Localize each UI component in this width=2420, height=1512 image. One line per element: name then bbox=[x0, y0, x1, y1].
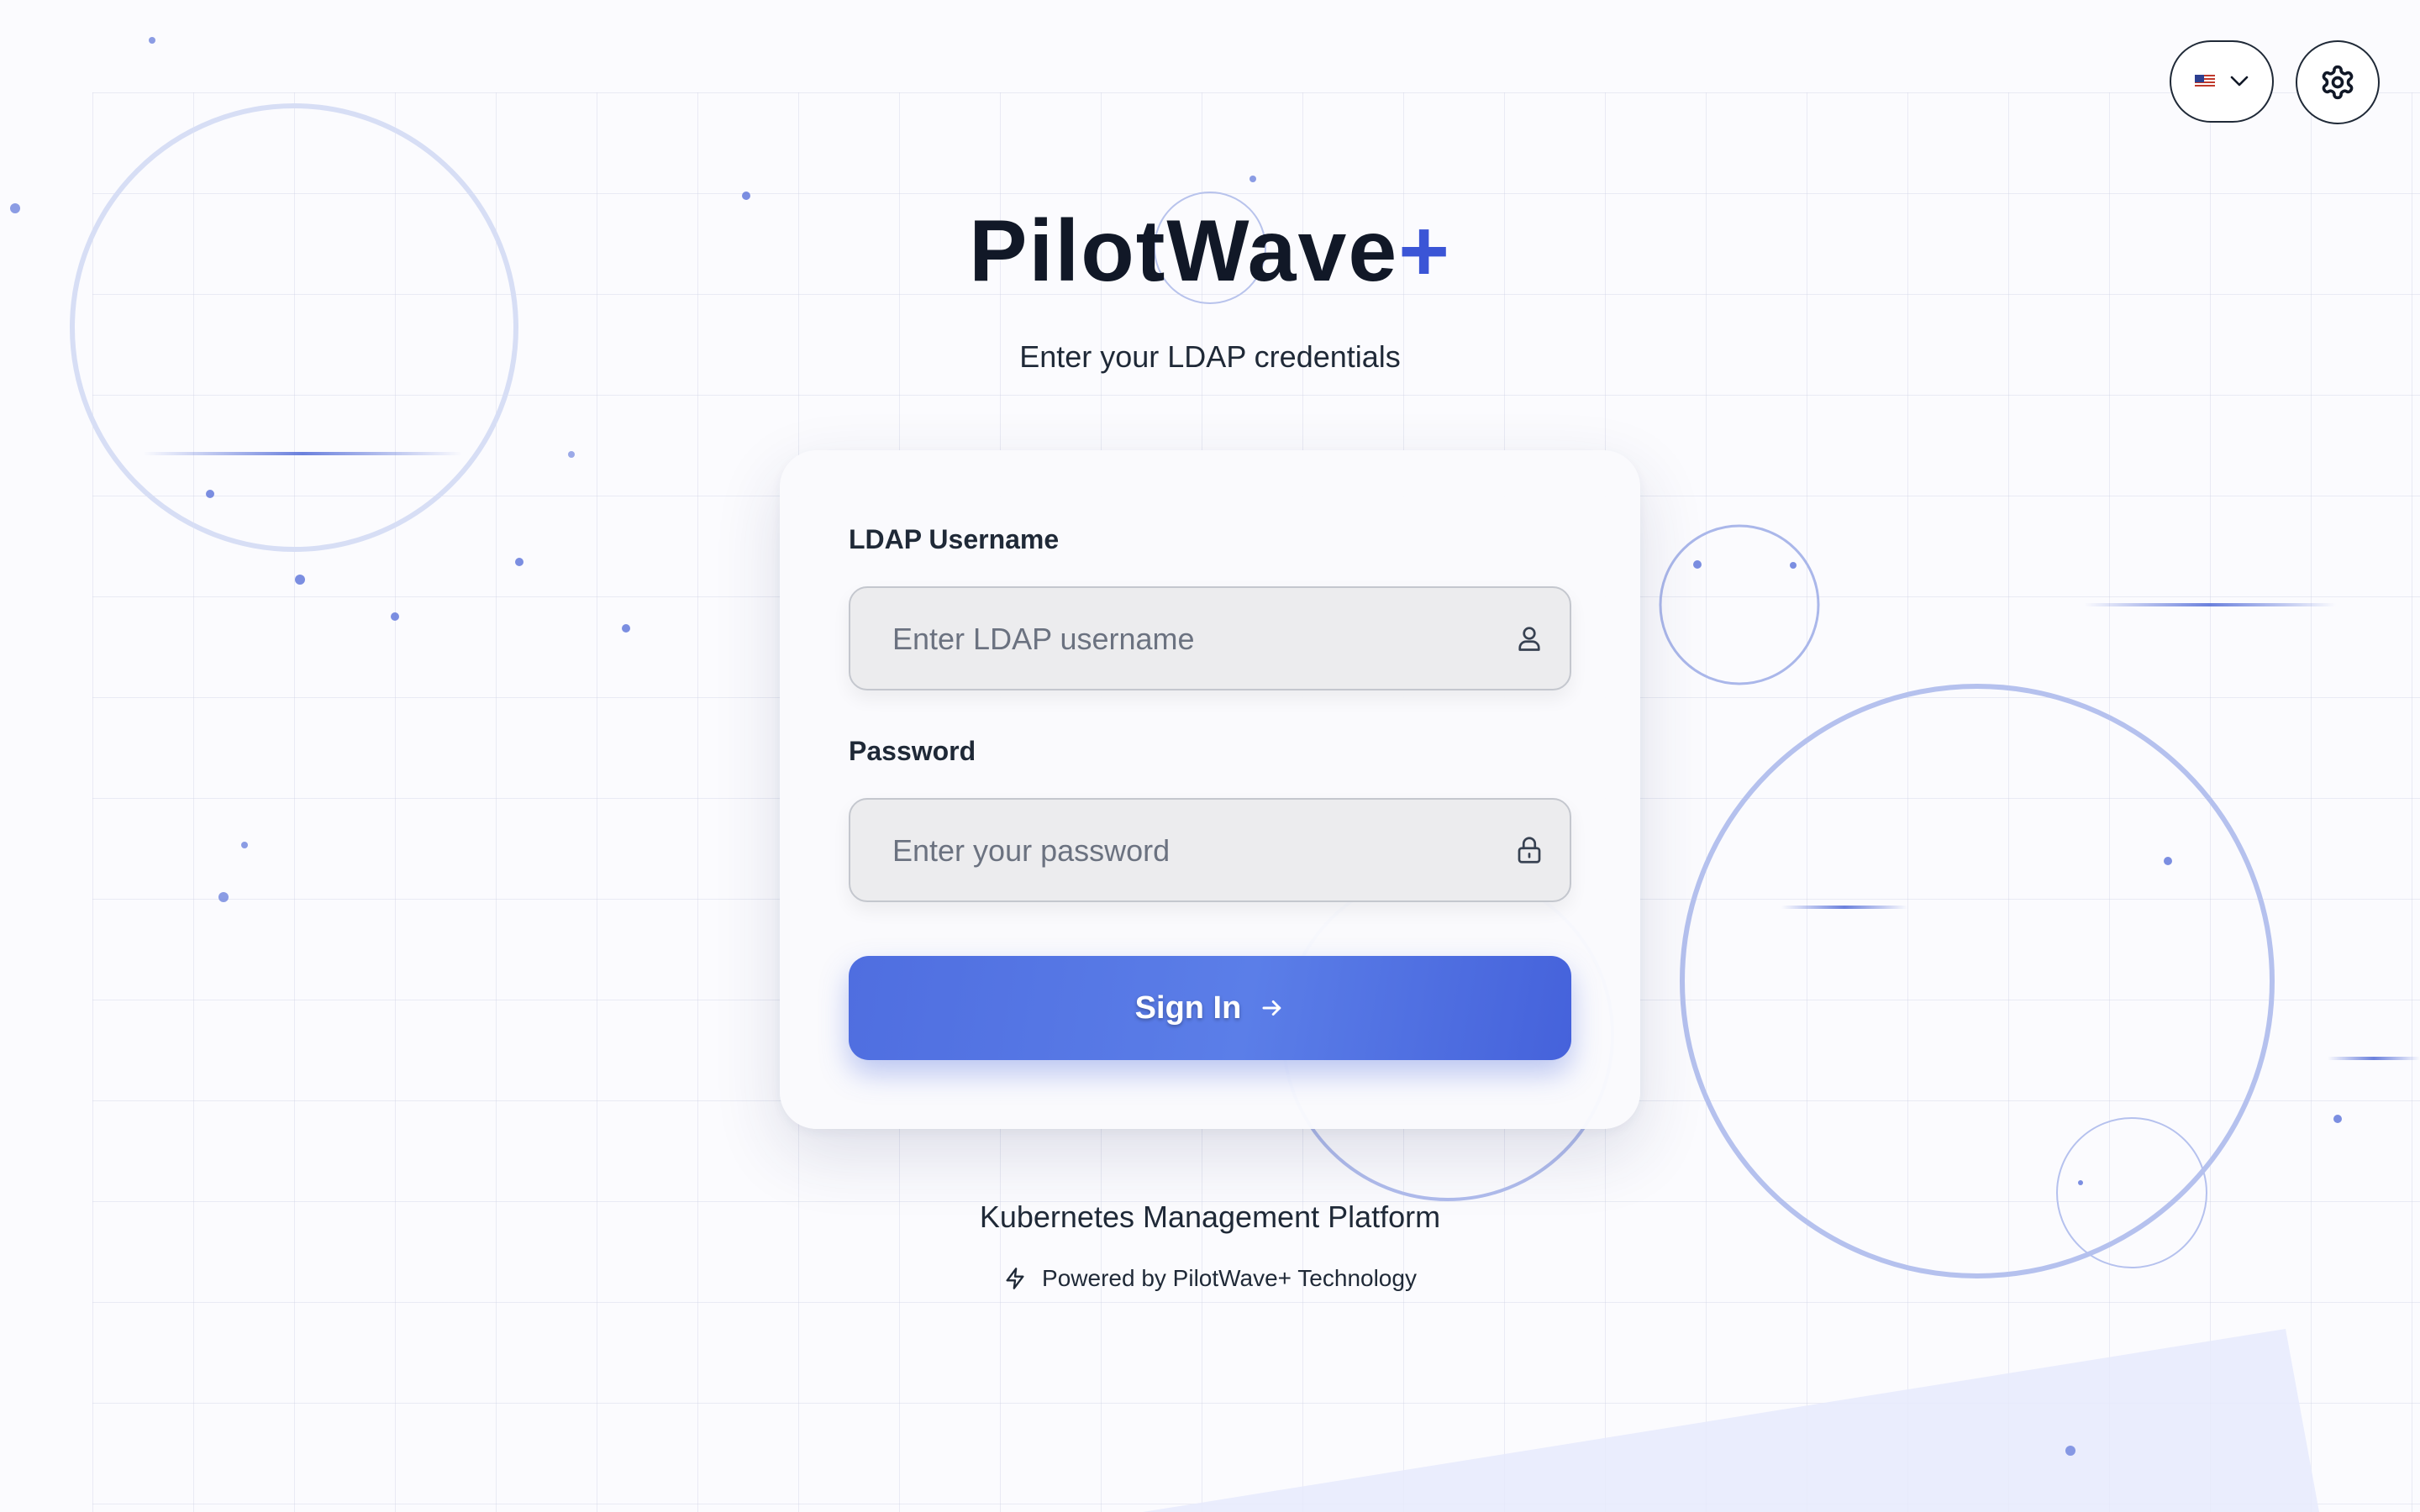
brand-plus: + bbox=[1398, 202, 1451, 300]
settings-button[interactable] bbox=[2296, 40, 2380, 124]
powered-by: Powered by PilotWave+ Technology bbox=[0, 1265, 2420, 1292]
password-input[interactable] bbox=[891, 800, 1482, 902]
gear-icon bbox=[2322, 65, 2354, 100]
brand-name: PilotWave bbox=[969, 202, 1399, 300]
platform-name: Kubernetes Management Platform bbox=[979, 1200, 1441, 1234]
username-field[interactable] bbox=[849, 586, 1571, 690]
us-flag-icon bbox=[2195, 75, 2215, 88]
powered-by-text: Powered by PilotWave+ Technology bbox=[1042, 1265, 1417, 1291]
language-selector-button[interactable] bbox=[2170, 40, 2274, 123]
username-input[interactable] bbox=[891, 588, 1482, 690]
chevron-down-icon bbox=[2230, 76, 2249, 87]
sign-in-button[interactable]: Sign In bbox=[849, 956, 1571, 1060]
lightning-icon bbox=[1006, 1268, 1024, 1289]
login-page: PilotWave+ Enter your LDAP credentials L… bbox=[0, 0, 2420, 1512]
page-subtitle: Enter your LDAP credentials bbox=[1019, 339, 1401, 374]
password-field[interactable] bbox=[849, 798, 1571, 902]
password-label: Password bbox=[849, 736, 976, 766]
login-card: LDAP Username Password Sign In bbox=[780, 450, 1640, 1129]
arrow-right-icon bbox=[1262, 1000, 1281, 1016]
brand-logo: PilotWave+ bbox=[0, 202, 2420, 302]
sign-in-label: Sign In bbox=[1134, 990, 1242, 1026]
user-icon bbox=[1518, 627, 1540, 651]
lock-icon bbox=[1518, 837, 1541, 864]
username-label: LDAP Username bbox=[849, 524, 1060, 554]
